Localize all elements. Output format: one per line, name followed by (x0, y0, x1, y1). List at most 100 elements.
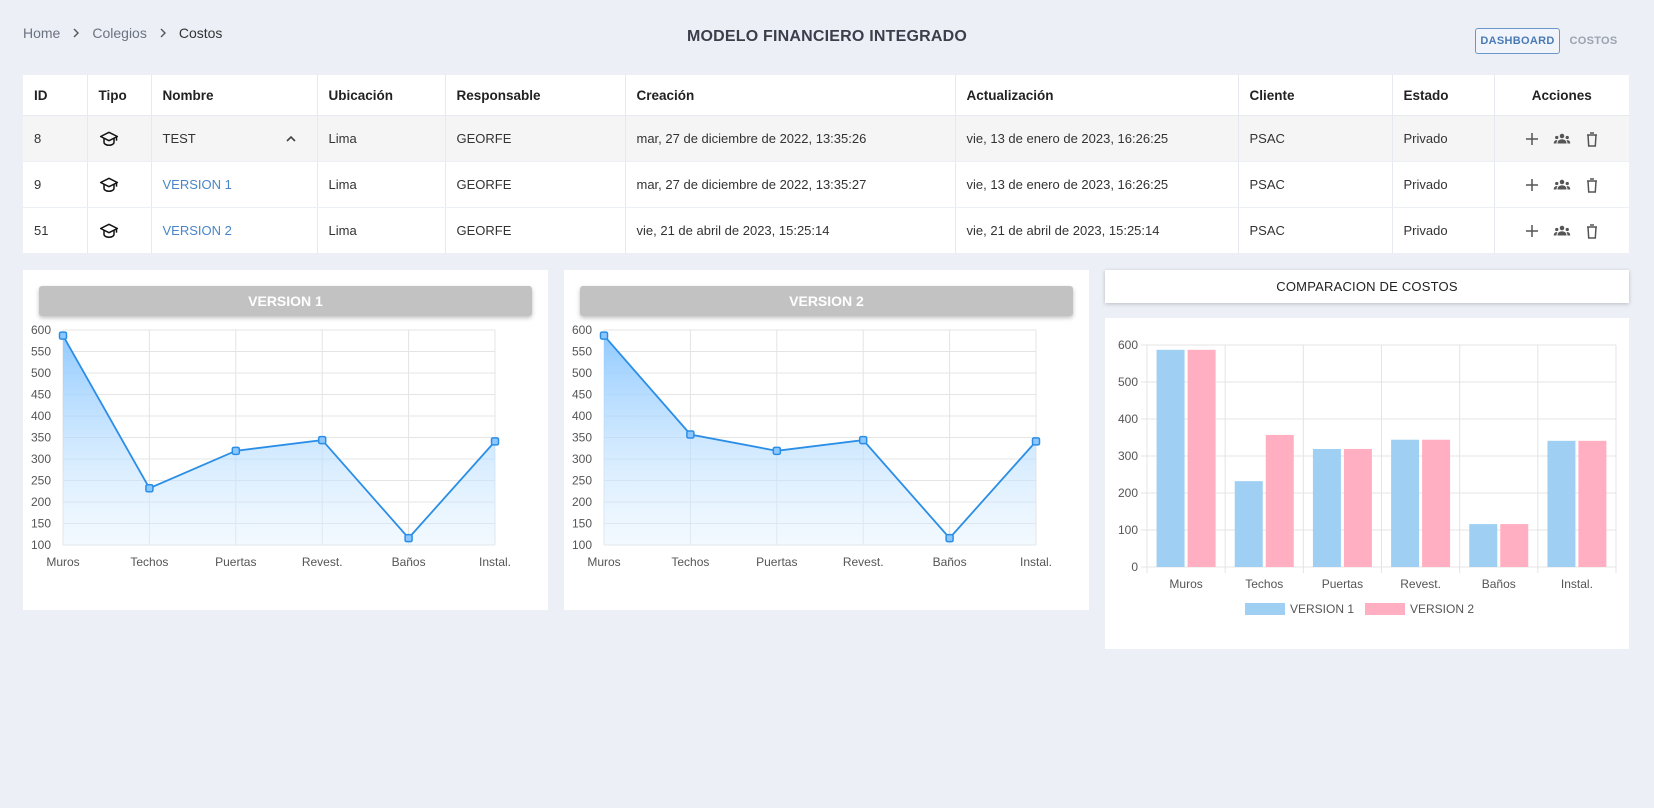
version2-area-chart: 100 150 200 250 300 350 400 450 500 550 600 Muros Te… (572, 323, 1052, 569)
cell-creacion: mar, 27 de diciembre de 2022, 13:35:27 (625, 161, 956, 208)
x-tick-label: Muros (46, 555, 79, 569)
x-tick-label: Baños (933, 555, 967, 569)
cell-estado: Privado (1392, 115, 1495, 162)
header-responsable[interactable]: Responsable (445, 75, 626, 116)
bar-1 (1547, 440, 1576, 567)
cell-id: 9 (23, 161, 88, 208)
group-icon[interactable] (1553, 130, 1571, 148)
school-icon (87, 161, 152, 208)
cell-cliente: PSAC (1238, 115, 1393, 162)
header-nombre[interactable]: Nombre (151, 75, 318, 116)
group-icon[interactable] (1553, 176, 1571, 194)
header-actualizacion[interactable]: Actualización (955, 75, 1239, 116)
y-tick-label: 500 (1118, 375, 1138, 389)
trash-icon[interactable] (1583, 130, 1601, 148)
x-tick-label: Baños (392, 555, 426, 569)
cell-id: 51 (23, 207, 88, 254)
cell-responsable: GEORFE (445, 161, 626, 208)
data-point (599, 331, 609, 340)
cell-nombre[interactable]: TEST (151, 115, 318, 162)
cell-creacion: vie, 21 de abril de 2023, 15:25:14 (625, 207, 956, 254)
data-point (317, 435, 327, 445)
x-tick-label: Puertas (215, 555, 256, 569)
bar-1 (1391, 439, 1420, 567)
cell-nombre-link[interactable]: VERSION 2 (151, 207, 318, 254)
y-tick-label: 500 (572, 366, 592, 380)
y-tick-label: 300 (1118, 449, 1138, 463)
group-icon[interactable] (1553, 222, 1571, 240)
y-tick-label: 400 (31, 409, 51, 423)
header-creacion[interactable]: Creación (625, 75, 956, 116)
y-tick-label: 200 (31, 495, 51, 509)
table-row[interactable]: 8 TEST Lima GEORFE mar, 27 de diciembre … (23, 115, 1629, 162)
y-tick-label: 100 (1118, 523, 1138, 537)
x-tick-label: Techos (671, 555, 709, 569)
y-tick-label: 400 (572, 409, 592, 423)
school-icon (87, 115, 152, 162)
school-icon (87, 207, 152, 254)
bar-1 (1469, 524, 1498, 567)
header-tipo[interactable]: Tipo (87, 75, 152, 116)
header-cliente[interactable]: Cliente (1238, 75, 1393, 116)
bar-2 (1578, 440, 1607, 567)
add-icon[interactable] (1523, 176, 1541, 194)
cell-nombre-link[interactable]: VERSION 1 (151, 161, 318, 208)
data-point (858, 435, 868, 445)
y-tick-label: 200 (572, 495, 592, 509)
costos-button[interactable]: COSTOS (1566, 28, 1621, 54)
cell-responsable: GEORFE (445, 207, 626, 254)
trash-icon[interactable] (1583, 176, 1601, 194)
y-tick-label: 200 (1118, 486, 1138, 500)
top-bar: Home Colegios Costos MODELO FINANCIERO I… (0, 0, 1654, 70)
bar-2 (1265, 434, 1294, 567)
cell-cliente: PSAC (1238, 207, 1393, 254)
x-tick-label: Instal. (479, 555, 511, 569)
x-tick-label: Puertas (1322, 577, 1363, 591)
add-icon[interactable] (1523, 222, 1541, 240)
add-icon[interactable] (1523, 130, 1541, 148)
y-tick-label: 550 (572, 345, 592, 359)
bar-1 (1312, 448, 1341, 567)
trash-icon[interactable] (1583, 222, 1601, 240)
cell-actualizacion: vie, 13 de enero de 2023, 16:26:25 (955, 115, 1239, 162)
cell-creacion: mar, 27 de diciembre de 2022, 13:35:26 (625, 115, 956, 162)
x-tick-label: Muros (1169, 577, 1202, 591)
y-tick-label: 100 (572, 538, 592, 552)
version1-area-chart: 100 150 200 250 300 350 400 450 500 550 600 Muros Te… (31, 323, 511, 569)
header-estado[interactable]: Estado (1392, 75, 1495, 116)
table-row[interactable]: 51 VERSION 2 Lima GEORFE vie, 21 de abri… (23, 207, 1629, 254)
bar-2 (1343, 448, 1372, 567)
cell-actualizacion: vie, 21 de abril de 2023, 15:25:14 (955, 207, 1239, 254)
header-ubicacion[interactable]: Ubicación (317, 75, 446, 116)
y-tick-label: 500 (31, 366, 51, 380)
y-tick-label: 150 (31, 517, 51, 531)
table-row[interactable]: 9 VERSION 1 Lima GEORFE mar, 27 de dicie… (23, 161, 1629, 208)
legend-swatch (1365, 603, 1405, 615)
x-tick-label: Techos (130, 555, 168, 569)
x-tick-label: Instal. (1020, 555, 1052, 569)
comparison-chart-title: COMPARACION DE COSTOS (1105, 270, 1629, 303)
header-id[interactable]: ID (23, 75, 88, 116)
page-title: MODELO FINANCIERO INTEGRADO (686, 28, 968, 45)
bar-2 (1500, 524, 1529, 567)
data-point (58, 331, 68, 340)
legend-label: VERSION 2 (1410, 602, 1474, 616)
y-tick-label: 250 (31, 474, 51, 488)
cell-acciones (1494, 161, 1629, 208)
version1-chart-card: VERSION 1 100 150 200 250 300 350 400 450 500 550… (23, 270, 548, 610)
x-tick-label: Baños (1482, 577, 1516, 591)
dashboard-button[interactable]: DASHBOARD (1475, 28, 1560, 54)
data-point (145, 483, 154, 493)
cell-actualizacion: vie, 13 de enero de 2023, 16:26:25 (955, 161, 1239, 208)
data-point (772, 446, 782, 456)
y-tick-label: 400 (1118, 412, 1138, 426)
y-tick-label: 350 (572, 431, 592, 445)
header-acciones: Acciones (1494, 75, 1629, 116)
cell-estado: Privado (1392, 207, 1495, 254)
chevron-up-icon[interactable] (284, 132, 298, 146)
x-tick-label: Revest. (843, 555, 884, 569)
y-tick-label: 300 (31, 452, 51, 466)
bar-1 (1234, 481, 1263, 567)
cell-ubicacion: Lima (317, 115, 446, 162)
comparison-bar-chart: 0 100 200 300 400 500 600 Muros Techos Puertas Rev… (1118, 338, 1617, 616)
